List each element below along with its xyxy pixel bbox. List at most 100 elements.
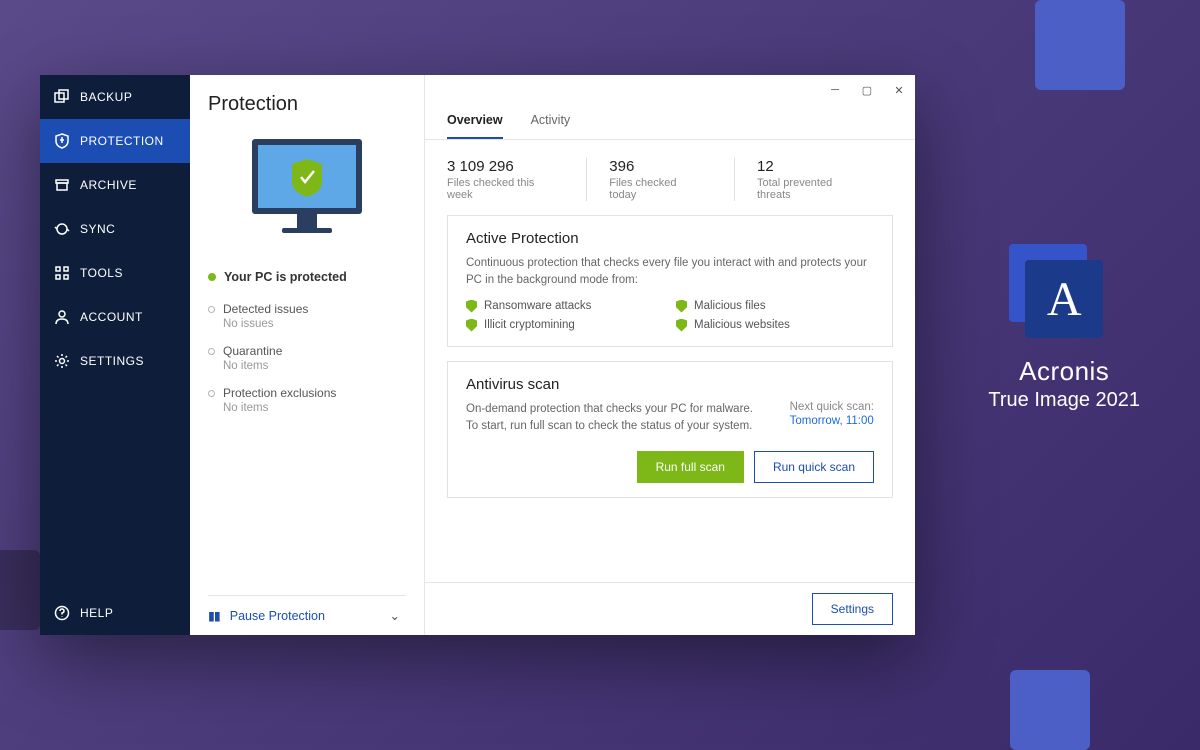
sidebar-item-label: PROTECTION [80, 134, 164, 148]
tabs: Overview Activity [425, 105, 915, 140]
decor-square [0, 550, 40, 630]
detail-title: Protection exclusions [223, 386, 336, 400]
next-scan-info: Next quick scan: Tomorrow, 11:00 [790, 401, 874, 436]
detail-subtext: No items [223, 402, 406, 414]
feature-item: Malicious websites [676, 319, 874, 332]
bullet-icon [208, 390, 215, 397]
card-text: On-demand protection that checks your PC… [466, 401, 766, 436]
app-window: BACKUP PROTECTION ARCHIVE SYNC TOOLS ACC… [40, 75, 915, 635]
shield-icon [676, 300, 687, 313]
stat-number: 12 [757, 158, 843, 175]
pause-icon: ▮▮ [208, 608, 220, 623]
stat-files-today: 396 Files checked today [586, 158, 712, 201]
pause-label: Pause Protection [230, 609, 325, 623]
feature-label: Illicit cryptomining [484, 319, 575, 331]
minimize-button[interactable]: ─ [819, 75, 851, 105]
card-title: Antivirus scan [466, 376, 874, 393]
sidebar-item-label: HELP [80, 606, 113, 620]
sidebar-item-label: BACKUP [80, 90, 132, 104]
shield-icon [466, 300, 477, 313]
sidebar-item-label: TOOLS [80, 266, 123, 280]
detail-subtext: No items [223, 360, 406, 372]
main-footer: Settings [425, 582, 915, 635]
stat-number: 396 [609, 158, 684, 175]
sync-icon [54, 221, 70, 237]
stat-label: Total prevented threats [757, 177, 843, 201]
feature-item: Ransomware attacks [466, 300, 664, 313]
stat-label: Files checked today [609, 177, 684, 201]
run-quick-scan-button[interactable]: Run quick scan [754, 451, 874, 483]
detail-exclusions[interactable]: Protection exclusions No items [208, 386, 406, 414]
feature-label: Malicious files [694, 300, 766, 312]
settings-button[interactable]: Settings [812, 593, 893, 625]
status-text: Your PC is protected [224, 270, 347, 284]
help-icon [54, 605, 70, 621]
protection-panel: Protection Your PC is protected Detected… [190, 75, 425, 635]
feature-item: Malicious files [676, 300, 874, 313]
sidebar-item-backup[interactable]: BACKUP [40, 75, 190, 119]
close-button[interactable]: ✕ [883, 75, 915, 105]
card-title: Active Protection [466, 230, 874, 247]
sidebar-item-protection[interactable]: PROTECTION [40, 119, 190, 163]
sidebar-item-tools[interactable]: TOOLS [40, 251, 190, 295]
bullet-icon [208, 306, 215, 313]
backup-icon [54, 89, 70, 105]
status-dot-icon [208, 273, 216, 281]
sidebar-item-account[interactable]: ACCOUNT [40, 295, 190, 339]
detail-title: Detected issues [223, 302, 308, 316]
sidebar-item-help[interactable]: HELP [40, 591, 190, 635]
feature-grid: Ransomware attacks Malicious files Illic… [466, 300, 874, 332]
brand-logo: A [1025, 260, 1103, 338]
feature-label: Malicious websites [694, 319, 790, 331]
account-icon [54, 309, 70, 325]
detail-subtext: No issues [223, 318, 406, 330]
stats-row: 3 109 296 Files checked this week 396 Fi… [425, 140, 915, 215]
shield-icon [466, 319, 477, 332]
brand-subtitle: True Image 2021 [988, 389, 1140, 412]
panel-title: Protection [208, 93, 406, 116]
detail-detected-issues[interactable]: Detected issues No issues [208, 302, 406, 330]
feature-item: Illicit cryptomining [466, 319, 664, 332]
sidebar-item-label: ARCHIVE [80, 178, 137, 192]
pause-protection-button[interactable]: ▮▮ Pause Protection ⌄ [208, 595, 406, 635]
main-content: ─ ▢ ✕ Overview Activity 3 109 296 Files … [425, 75, 915, 635]
next-scan-value: Tomorrow, 11:00 [790, 415, 874, 427]
window-titlebar: ─ ▢ ✕ [425, 75, 915, 105]
active-protection-card: Active Protection Continuous protection … [447, 215, 893, 347]
stat-files-week: 3 109 296 Files checked this week [447, 158, 564, 201]
detail-quarantine[interactable]: Quarantine No items [208, 344, 406, 372]
chevron-down-icon: ⌄ [390, 608, 400, 623]
decor-square [1010, 670, 1090, 750]
shield-icon [676, 319, 687, 332]
run-full-scan-button[interactable]: Run full scan [637, 451, 744, 483]
sidebar: BACKUP PROTECTION ARCHIVE SYNC TOOLS ACC… [40, 75, 190, 635]
sidebar-item-settings[interactable]: SETTINGS [40, 339, 190, 383]
next-scan-label: Next quick scan: [790, 401, 874, 413]
brand-block: A Acronis True Image 2021 [988, 260, 1140, 412]
sidebar-item-label: SETTINGS [80, 354, 144, 368]
maximize-button[interactable]: ▢ [851, 75, 883, 105]
stat-label: Files checked this week [447, 177, 536, 201]
logo-letter-icon: A [1025, 260, 1103, 338]
tools-icon [54, 265, 70, 281]
shield-icon [54, 133, 70, 149]
sidebar-item-label: ACCOUNT [80, 310, 143, 324]
archive-icon [54, 177, 70, 193]
tab-activity[interactable]: Activity [531, 105, 571, 139]
bullet-icon [208, 348, 215, 355]
sidebar-item-archive[interactable]: ARCHIVE [40, 163, 190, 207]
antivirus-scan-card: Antivirus scan On-demand protection that… [447, 361, 893, 499]
stat-threats: 12 Total prevented threats [734, 158, 871, 201]
protection-status: Your PC is protected [208, 270, 406, 284]
monitor-illustration [208, 134, 406, 244]
stat-number: 3 109 296 [447, 158, 536, 175]
feature-label: Ransomware attacks [484, 300, 591, 312]
sidebar-item-label: SYNC [80, 222, 115, 236]
tab-overview[interactable]: Overview [447, 105, 503, 139]
decor-square [1035, 0, 1125, 90]
brand-name: Acronis [988, 356, 1140, 387]
card-text: Continuous protection that checks every … [466, 255, 874, 290]
sidebar-item-sync[interactable]: SYNC [40, 207, 190, 251]
gear-icon [54, 353, 70, 369]
detail-title: Quarantine [223, 344, 282, 358]
